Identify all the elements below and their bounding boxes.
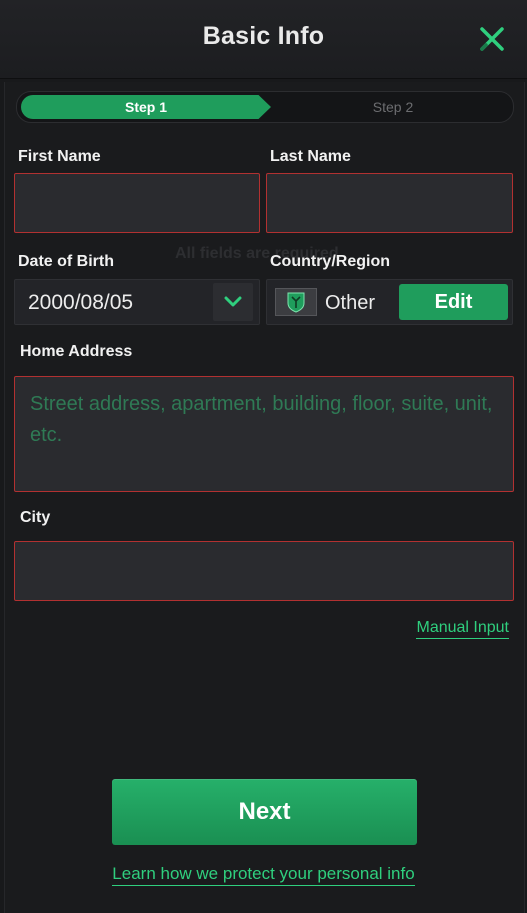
dob-label: Date of Birth: [18, 253, 114, 270]
city-label: City: [20, 509, 51, 526]
dob-select[interactable]: 2000/08/05: [14, 279, 260, 325]
country-field: Other Edit: [266, 279, 513, 325]
first-name-label: First Name: [18, 148, 101, 165]
home-address-placeholder: Street address, apartment, building, flo…: [30, 393, 493, 446]
flag-emblem-icon: [275, 288, 317, 316]
last-name-label: Last Name: [270, 148, 351, 165]
first-name-input[interactable]: [14, 173, 260, 233]
country-label: Country/Region: [270, 253, 390, 270]
city-input[interactable]: [14, 541, 514, 601]
dob-dropdown-button[interactable]: [213, 283, 253, 321]
chevron-down-icon: [224, 296, 242, 307]
country-value: Other: [325, 292, 376, 314]
dialog-title: Basic Info: [202, 22, 325, 50]
manual-input-link[interactable]: Manual Input: [416, 619, 509, 639]
privacy-info: Learn how we protect your personal info: [0, 864, 527, 886]
step-1: Step 1: [21, 95, 271, 119]
basic-info-dialog: Basic Info Step 1 Step 2 First Name Last…: [0, 0, 527, 913]
home-address-label: Home Address: [20, 343, 133, 360]
step-2: Step 2: [372, 99, 414, 115]
home-address-input[interactable]: Street address, apartment, building, flo…: [14, 376, 514, 492]
close-x-icon: [480, 27, 504, 51]
dob-value: 2000/08/05: [28, 291, 134, 314]
edit-country-button[interactable]: Edit: [399, 284, 508, 320]
dialog-header: Basic Info: [0, 0, 527, 79]
last-name-input[interactable]: [266, 173, 513, 233]
close-button[interactable]: [477, 24, 507, 54]
learn-privacy-link[interactable]: Learn how we protect your personal info: [112, 864, 415, 886]
step-indicator: Step 1 Step 2: [16, 91, 514, 123]
next-button[interactable]: Next: [112, 779, 417, 845]
